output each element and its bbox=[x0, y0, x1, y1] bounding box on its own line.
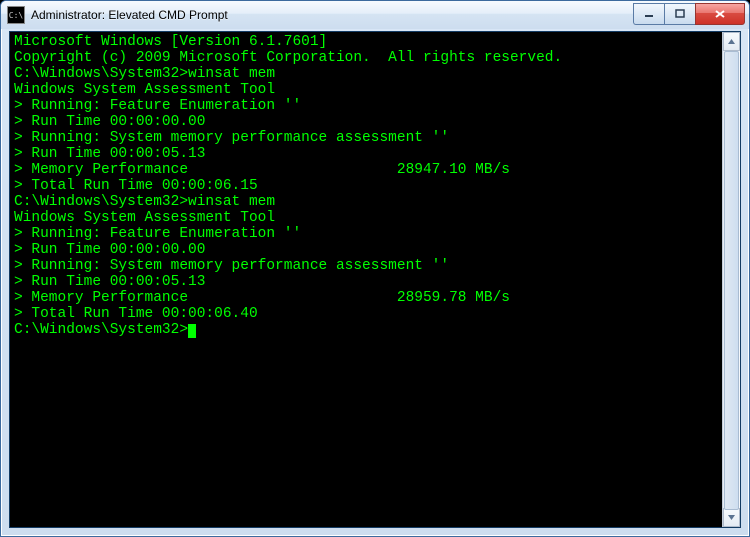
terminal-output[interactable]: Microsoft Windows [Version 6.1.7601]Copy… bbox=[10, 32, 722, 527]
terminal-line: Windows System Assessment Tool bbox=[14, 82, 718, 98]
scrollbar[interactable] bbox=[722, 32, 740, 527]
terminal-line: > Memory Performance 28947.10 MB/s bbox=[14, 162, 718, 178]
terminal-line: Copyright (c) 2009 Microsoft Corporation… bbox=[14, 50, 718, 66]
window-title: Administrator: Elevated CMD Prompt bbox=[31, 8, 633, 22]
terminal-line: > Running: Feature Enumeration '' bbox=[14, 226, 718, 242]
terminal-line: Microsoft Windows [Version 6.1.7601] bbox=[14, 34, 718, 50]
terminal-line: > Running: System memory performance ass… bbox=[14, 130, 718, 146]
cmd-icon: C:\ bbox=[7, 6, 25, 24]
chevron-down-icon bbox=[728, 515, 735, 520]
terminal-line: Windows System Assessment Tool bbox=[14, 210, 718, 226]
cursor bbox=[188, 324, 196, 338]
terminal-line: > Memory Performance 28959.78 MB/s bbox=[14, 290, 718, 306]
terminal-line: > Total Run Time 00:00:06.40 bbox=[14, 306, 718, 322]
titlebar[interactable]: C:\ Administrator: Elevated CMD Prompt bbox=[1, 1, 749, 29]
chevron-up-icon bbox=[728, 39, 735, 44]
terminal-line: > Run Time 00:00:00.00 bbox=[14, 242, 718, 258]
maximize-button[interactable] bbox=[664, 3, 695, 25]
terminal-line: > Run Time 00:00:00.00 bbox=[14, 114, 718, 130]
scroll-track[interactable] bbox=[723, 51, 740, 508]
close-icon bbox=[714, 9, 726, 19]
terminal-line: > Run Time 00:00:05.13 bbox=[14, 146, 718, 162]
terminal-line: C:\Windows\System32>winsat mem bbox=[14, 194, 718, 210]
maximize-icon bbox=[675, 9, 685, 19]
terminal-line: > Run Time 00:00:05.13 bbox=[14, 274, 718, 290]
minimize-button[interactable] bbox=[633, 3, 664, 25]
scroll-up-button[interactable] bbox=[723, 32, 740, 51]
terminal-line: C:\Windows\System32> bbox=[14, 322, 718, 338]
cmd-window: C:\ Administrator: Elevated CMD Prompt M… bbox=[0, 0, 750, 537]
scroll-thumb[interactable] bbox=[724, 51, 739, 510]
cmd-icon-text: C:\ bbox=[9, 11, 23, 20]
scroll-down-button[interactable] bbox=[723, 508, 740, 527]
client-area: Microsoft Windows [Version 6.1.7601]Copy… bbox=[9, 31, 741, 528]
terminal-line: > Total Run Time 00:00:06.15 bbox=[14, 178, 718, 194]
terminal-line: > Running: System memory performance ass… bbox=[14, 258, 718, 274]
close-button[interactable] bbox=[695, 3, 745, 25]
terminal-line: C:\Windows\System32>winsat mem bbox=[14, 66, 718, 82]
minimize-icon bbox=[644, 9, 654, 19]
window-controls bbox=[633, 3, 745, 23]
terminal-line: > Running: Feature Enumeration '' bbox=[14, 98, 718, 114]
